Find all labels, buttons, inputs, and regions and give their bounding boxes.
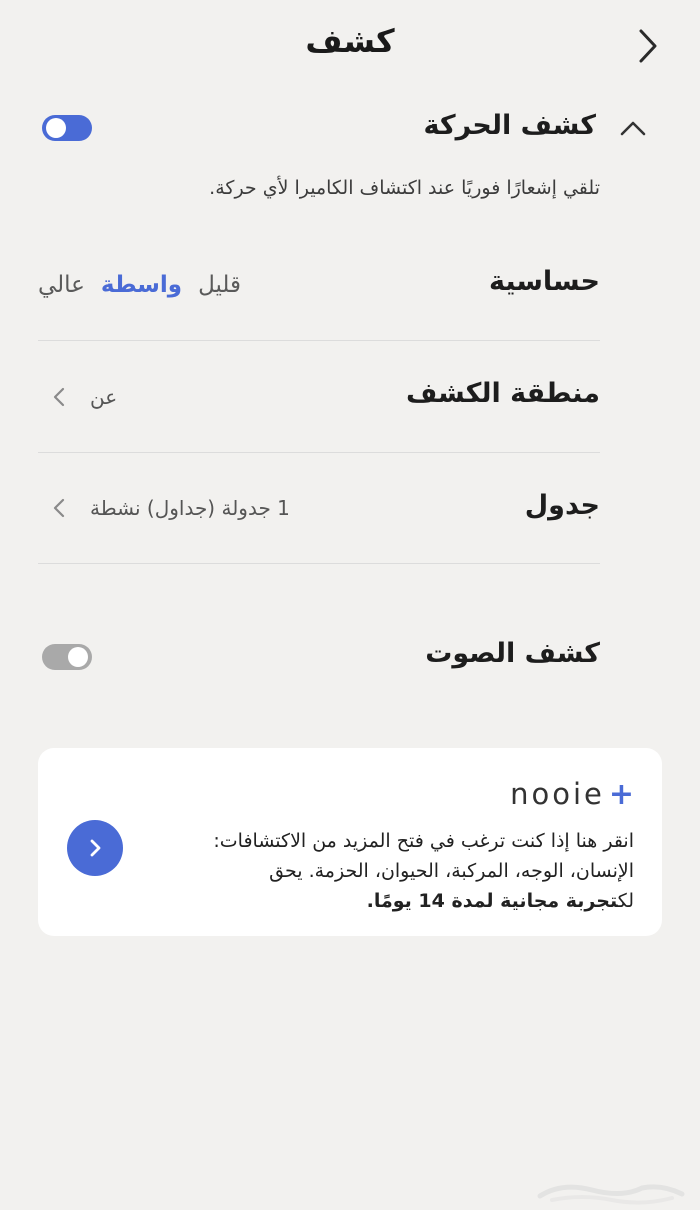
motion-description: تلقي إشعارًا فوريًا عند اكتشاف الكاميرا …	[209, 177, 600, 199]
schedule-arrow[interactable]	[50, 495, 68, 521]
toggle-knob	[46, 118, 66, 138]
collapse-button[interactable]	[618, 114, 648, 142]
motion-detection-title: كشف الحركة	[423, 110, 596, 141]
promo-trial-highlight: تجربة مجانية لمدة 14 يومًا.	[366, 890, 618, 912]
detection-zone-row[interactable]: منطقة الكشف	[406, 378, 600, 409]
nooie-plus-promo-card[interactable]: nooie + انقر هنا إذا كنت ترغب في فتح الم…	[38, 748, 662, 936]
promo-text: انقر هنا إذا كنت ترغب في فتح المزيد من ا…	[194, 826, 634, 916]
divider	[38, 340, 600, 341]
chevron-left-icon	[53, 387, 65, 407]
sensitivity-option-high[interactable]: عالي	[38, 272, 85, 298]
promo-line: الإنسان، الوجه، المركبة، الحيوان، الحزمة…	[269, 860, 634, 882]
brand-name: nooie	[510, 777, 605, 811]
promo-go-button[interactable]	[67, 820, 123, 876]
motion-detection-toggle[interactable]	[42, 115, 92, 141]
sensitivity-options: قليل واسطة عالي	[38, 268, 241, 302]
chevron-left-icon	[53, 498, 65, 518]
sensitivity-option-medium[interactable]: واسطة	[101, 272, 182, 298]
back-button[interactable]	[632, 26, 664, 66]
sensitivity-option-low[interactable]: قليل	[198, 272, 241, 298]
promo-line: لكتجربة مجانية لمدة 14 يومًا.	[194, 886, 634, 916]
chevron-right-icon	[90, 839, 101, 857]
header: كشف	[0, 0, 700, 92]
watermark-logo	[537, 1184, 685, 1205]
detection-settings-screen: كشف كشف الحركة تلقي إشعارًا فوريًا عند ا…	[0, 0, 700, 1210]
page-title: كشف	[305, 22, 395, 60]
schedule-value: 1 جدولة (جداول) نشطة	[90, 496, 290, 520]
sound-detection-toggle[interactable]	[42, 644, 92, 670]
toggle-knob	[68, 647, 88, 667]
promo-line-part: لك	[617, 890, 634, 912]
sensitivity-title: حساسية	[488, 266, 600, 297]
divider	[38, 452, 600, 453]
brand-plus: +	[608, 776, 634, 812]
promo-line: انقر هنا إذا كنت ترغب في فتح المزيد من ا…	[213, 830, 634, 852]
chevron-up-icon	[620, 121, 646, 136]
divider	[38, 563, 600, 564]
chevron-right-icon	[639, 29, 657, 63]
schedule-row[interactable]: جدول	[525, 490, 600, 521]
detection-zone-arrow[interactable]	[50, 384, 68, 410]
sound-detection-title: كشف الصوت	[425, 638, 600, 669]
detection-zone-value: عن	[90, 385, 118, 409]
nooie-plus-logo: nooie +	[510, 776, 634, 812]
